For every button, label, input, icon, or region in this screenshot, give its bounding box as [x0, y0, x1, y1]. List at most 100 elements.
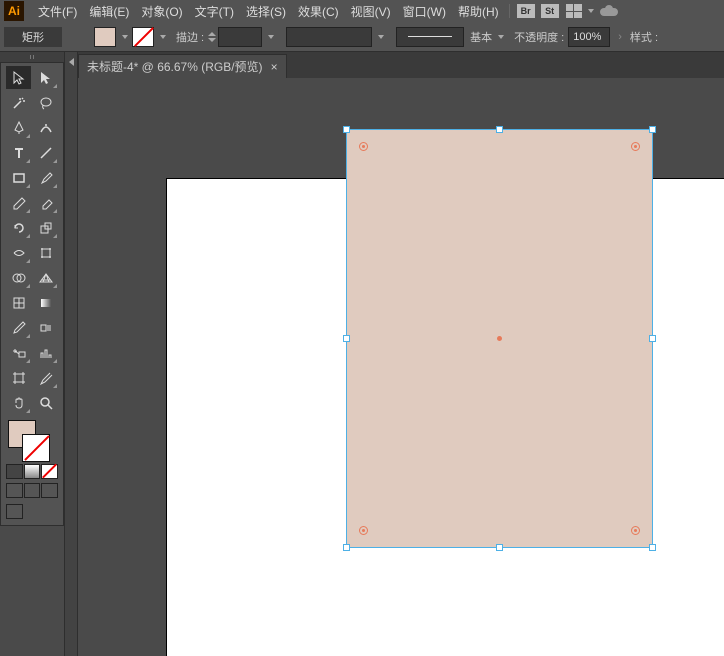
color-mode-row: [6, 464, 58, 479]
selection-center-icon: [497, 336, 502, 341]
line-segment-tool[interactable]: [33, 141, 58, 164]
menu-object[interactable]: 对象(O): [135, 3, 188, 20]
tools-panel-grip[interactable]: [0, 52, 64, 62]
document-tab[interactable]: 未标题-4* @ 66.67% (RGB/预览) ×: [78, 54, 287, 78]
column-graph-tool[interactable]: [33, 341, 58, 364]
stroke-weight-label: 描边 :: [176, 29, 204, 45]
stroke-box-icon[interactable]: [22, 434, 50, 462]
color-mode-gradient[interactable]: [24, 464, 41, 479]
draw-normal-icon[interactable]: [6, 483, 23, 498]
draw-behind-icon[interactable]: [24, 483, 41, 498]
color-mode-none[interactable]: [41, 464, 58, 479]
stroke-profile-dropdown-icon[interactable]: [498, 35, 504, 39]
menubar: Ai 文件(F) 编辑(E) 对象(O) 文字(T) 选择(S) 效果(C) 视…: [0, 0, 724, 22]
control-bar: 矩形 描边 : 基本 不透明度 : › 样式 :: [0, 22, 724, 52]
rectangle-tool[interactable]: [6, 166, 31, 189]
rotate-tool[interactable]: [6, 216, 31, 239]
symbol-sprayer-tool[interactable]: [6, 341, 31, 364]
stroke-profile-field[interactable]: [396, 27, 464, 47]
magic-wand-tool[interactable]: [6, 91, 31, 114]
direct-selection-tool[interactable]: [33, 66, 58, 89]
stock-icon[interactable]: St: [541, 4, 559, 18]
tools-panel: [0, 62, 64, 526]
menu-effect[interactable]: 效果(C): [292, 3, 345, 20]
color-mode-solid[interactable]: [6, 464, 23, 479]
mesh-tool[interactable]: [6, 291, 31, 314]
artboard-tool[interactable]: [6, 366, 31, 389]
selection-handle[interactable]: [343, 544, 350, 551]
menu-select[interactable]: 选择(S): [240, 3, 292, 20]
menu-separator: [509, 4, 510, 18]
document-tabs: 未标题-4* @ 66.67% (RGB/预览) ×: [78, 52, 724, 78]
brush-dropdown-icon[interactable]: [378, 35, 384, 39]
gradient-tool[interactable]: [33, 291, 58, 314]
corner-widget-icon[interactable]: [631, 526, 640, 535]
type-tool[interactable]: [6, 141, 31, 164]
stroke-weight-stepper[interactable]: [208, 27, 262, 47]
zoom-tool[interactable]: [33, 391, 58, 414]
arrange-documents-icon[interactable]: [566, 4, 582, 18]
stroke-step-down-icon[interactable]: [208, 38, 216, 42]
bridge-icon[interactable]: Br: [517, 4, 535, 18]
graphic-style-label: 样式 :: [630, 29, 658, 45]
free-transform-tool[interactable]: [33, 241, 58, 264]
menu-file[interactable]: 文件(F): [32, 3, 83, 20]
scale-tool[interactable]: [33, 216, 58, 239]
view-mode-row: [6, 504, 58, 519]
close-tab-icon[interactable]: ×: [271, 60, 278, 74]
screen-mode-row: [6, 483, 58, 498]
menu-help[interactable]: 帮助(H): [452, 3, 505, 20]
document-tab-title: 未标题-4* @ 66.67% (RGB/预览): [87, 58, 263, 75]
fill-dropdown-icon[interactable]: [122, 35, 128, 39]
opacity-label: 不透明度 :: [514, 29, 564, 45]
canvas[interactable]: [78, 78, 724, 656]
fill-stroke-indicator[interactable]: [6, 418, 58, 460]
opacity-input[interactable]: [568, 27, 610, 47]
selection-handle[interactable]: [496, 126, 503, 133]
menu-window[interactable]: 窗口(W): [397, 3, 452, 20]
selection-handle[interactable]: [343, 335, 350, 342]
width-tool[interactable]: [6, 241, 31, 264]
selection-handle[interactable]: [649, 335, 656, 342]
eyedropper-tool[interactable]: [6, 316, 31, 339]
slice-tool[interactable]: [33, 366, 58, 389]
eraser-tool[interactable]: [33, 191, 58, 214]
selection-handle[interactable]: [496, 544, 503, 551]
draw-inside-icon[interactable]: [41, 483, 58, 498]
corner-widget-icon[interactable]: [359, 526, 368, 535]
selection-handle[interactable]: [649, 544, 656, 551]
menu-type[interactable]: 文字(T): [189, 3, 240, 20]
stroke-dropdown-icon[interactable]: [160, 35, 166, 39]
perspective-grid-tool[interactable]: [33, 266, 58, 289]
shape-builder-tool[interactable]: [6, 266, 31, 289]
menu-view[interactable]: 视图(V): [345, 3, 397, 20]
selection-tool[interactable]: [6, 66, 31, 89]
blend-tool[interactable]: [33, 316, 58, 339]
brush-definition-field[interactable]: [286, 27, 372, 47]
fill-color-swatch[interactable]: [94, 27, 116, 47]
corner-widget-icon[interactable]: [359, 142, 368, 151]
corner-widget-icon[interactable]: [631, 142, 640, 151]
selection-handle[interactable]: [343, 126, 350, 133]
stroke-color-swatch[interactable]: [132, 27, 154, 47]
hand-tool[interactable]: [6, 391, 31, 414]
selection-handle[interactable]: [649, 126, 656, 133]
screen-mode-icon[interactable]: [6, 504, 23, 519]
stroke-weight-dropdown-icon[interactable]: [268, 35, 274, 39]
stroke-step-up-icon[interactable]: [208, 32, 216, 36]
app-logo-icon: Ai: [4, 1, 24, 21]
selection-type-label: 矩形: [4, 27, 62, 47]
cloud-sync-icon[interactable]: [600, 4, 620, 18]
shaper-tool[interactable]: [6, 191, 31, 214]
stroke-profile-label: 基本: [470, 29, 492, 45]
pen-tool[interactable]: [6, 116, 31, 139]
lasso-tool[interactable]: [33, 91, 58, 114]
panel-dock-bar[interactable]: [64, 52, 78, 656]
opacity-arrow-icon[interactable]: ›: [618, 31, 622, 43]
menu-edit[interactable]: 编辑(E): [83, 3, 135, 20]
curvature-tool[interactable]: [33, 116, 58, 139]
paintbrush-tool[interactable]: [33, 166, 58, 189]
stroke-weight-input[interactable]: [218, 27, 262, 47]
dock-expand-icon[interactable]: [69, 58, 74, 66]
arrange-dropdown-icon[interactable]: [588, 9, 594, 13]
